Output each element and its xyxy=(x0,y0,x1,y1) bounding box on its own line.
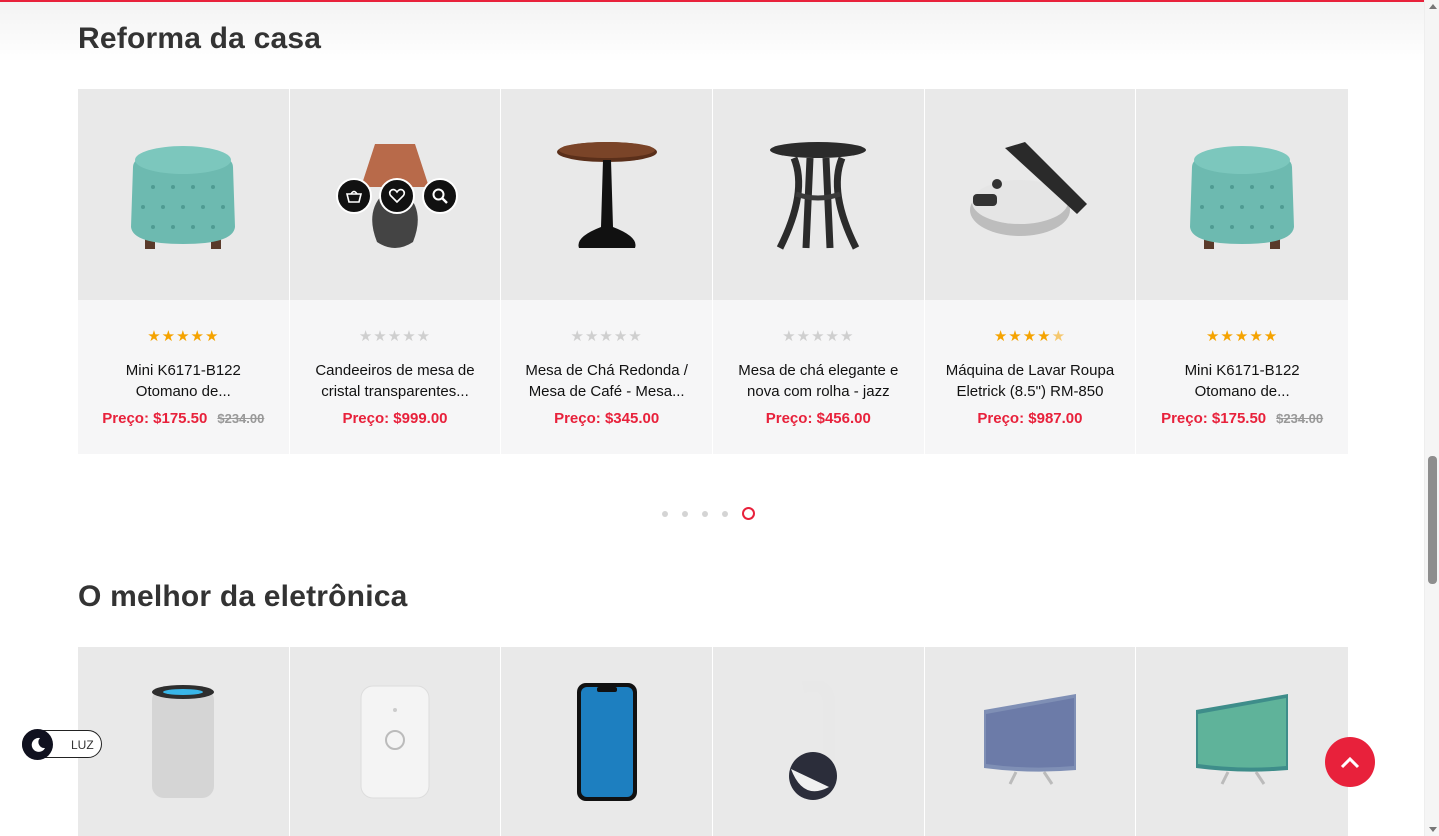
product-card[interactable]: ★★★★★ Mini K6171-B122 Otomano de... Preç… xyxy=(1136,89,1348,454)
carousel-dot[interactable] xyxy=(662,510,668,517)
old-price: $234.00 xyxy=(217,411,265,426)
product-card[interactable]: ★★★★★ Candeeiros de mesa de cristal tran… xyxy=(289,89,502,454)
rating-stars: ★★★★★ xyxy=(993,328,1067,345)
product-card[interactable] xyxy=(501,647,713,836)
old-price: $234.00 xyxy=(1276,411,1324,426)
product-image[interactable] xyxy=(289,89,501,300)
search-icon[interactable] xyxy=(421,178,458,214)
product-carousel-home: ★★★★★ Mini K6171-B122 Otomano de... Preç… xyxy=(78,89,1348,454)
product-carousel-electronics xyxy=(78,647,1348,836)
product-card[interactable]: ★★★★★ Mini K6171-B122 Otomano de... Preç… xyxy=(78,89,290,454)
carousel-dot[interactable] xyxy=(722,510,728,517)
scroll-to-top-button[interactable] xyxy=(1325,737,1375,787)
theme-toggle[interactable]: LUZ xyxy=(22,729,102,760)
carousel-dot[interactable] xyxy=(682,510,688,517)
product-price: Preço: $999.00 xyxy=(342,410,448,427)
product-price: Preço: $175.50 $234.00 xyxy=(102,410,265,427)
rating-stars: ★★★★★ xyxy=(782,328,855,345)
rating-stars: ★★★★★ xyxy=(147,328,220,345)
product-price: Preço: $345.00 xyxy=(554,410,660,427)
product-image[interactable] xyxy=(924,89,1136,300)
product-card[interactable] xyxy=(289,647,502,836)
product-name[interactable]: Mini K6171-B122 Otomano de... xyxy=(94,360,273,402)
carousel-dot-active[interactable] xyxy=(742,507,755,520)
product-image[interactable] xyxy=(712,647,924,836)
product-card[interactable] xyxy=(712,647,925,836)
moon-icon xyxy=(22,729,53,760)
product-quick-actions xyxy=(335,178,458,214)
product-price: Preço: $175.50 $234.00 xyxy=(1161,410,1324,427)
scroll-down-arrow[interactable] xyxy=(1429,827,1437,832)
carousel-pagination xyxy=(662,507,755,520)
product-name[interactable]: Candeeiros de mesa de cristal transparen… xyxy=(306,360,485,402)
product-name[interactable]: Mini K6171-B122 Otomano de... xyxy=(1152,360,1332,402)
product-card[interactable]: ★★★★★ Mesa de Chá Redonda / Mesa de Café… xyxy=(501,89,713,454)
product-name[interactable]: Mesa de chá elegante e nova com rolha - … xyxy=(729,360,908,402)
rating-stars: ★★★★★ xyxy=(1205,328,1279,345)
product-image[interactable] xyxy=(501,647,712,836)
product-image[interactable] xyxy=(712,89,924,300)
rating-stars: ★★★★★ xyxy=(358,328,432,345)
basket-icon[interactable] xyxy=(335,178,372,214)
product-price: Preço: $987.00 xyxy=(977,410,1083,427)
product-image[interactable] xyxy=(1136,647,1348,836)
product-price: Preço: $456.00 xyxy=(765,410,871,427)
rating-stars: ★★★★★ xyxy=(570,328,643,345)
chevron-up-icon xyxy=(1340,756,1360,769)
scrollbar-thumb[interactable] xyxy=(1428,456,1437,584)
product-image[interactable] xyxy=(78,89,289,300)
product-image[interactable] xyxy=(1136,89,1348,300)
scroll-up-arrow[interactable] xyxy=(1429,4,1437,9)
product-name[interactable]: Máquina de Lavar Roupa Eletrick (8.5") R… xyxy=(941,360,1120,402)
heart-icon[interactable] xyxy=(378,178,415,214)
product-card[interactable]: ★★★★★ Mesa de chá elegante e nova com ro… xyxy=(712,89,925,454)
carousel-dot[interactable] xyxy=(702,510,708,517)
product-image[interactable] xyxy=(78,647,289,836)
product-card[interactable]: ★★★★★ Máquina de Lavar Roupa Eletrick (8… xyxy=(924,89,1137,454)
product-card[interactable] xyxy=(924,647,1137,836)
scrollbar[interactable] xyxy=(1424,0,1439,836)
product-image[interactable] xyxy=(924,647,1136,836)
product-image[interactable] xyxy=(289,647,501,836)
product-card[interactable] xyxy=(78,647,290,836)
product-card[interactable] xyxy=(1136,647,1348,836)
section-title-home: Reforma da casa xyxy=(78,22,322,55)
section-title-electronics: O melhor da eletrônica xyxy=(78,580,408,613)
product-image[interactable] xyxy=(501,89,712,300)
product-name[interactable]: Mesa de Chá Redonda / Mesa de Café - Mes… xyxy=(517,360,696,402)
theme-toggle-label: LUZ xyxy=(71,738,94,752)
